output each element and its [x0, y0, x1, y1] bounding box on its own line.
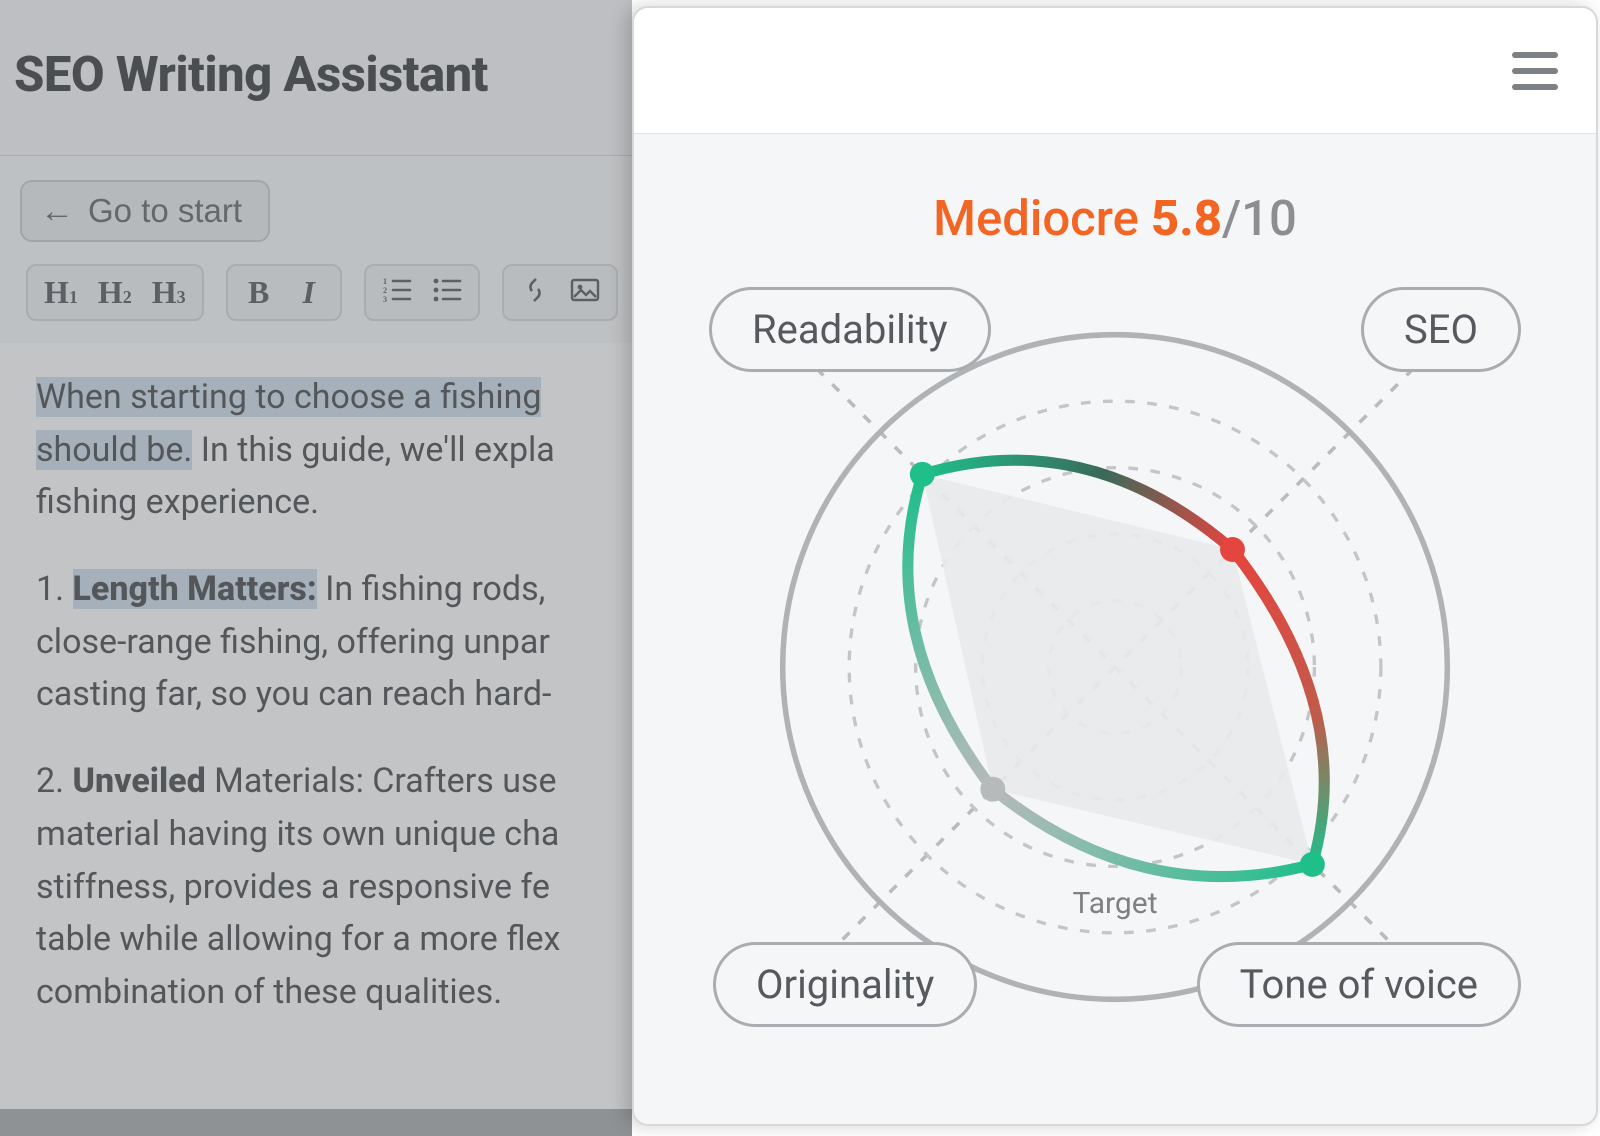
link-button[interactable] — [512, 270, 558, 315]
radar-chart: Readability SEO Originality Tone of voic… — [705, 277, 1525, 1037]
score-value: 5.8 — [1151, 190, 1222, 247]
seo-pill[interactable]: SEO — [1361, 287, 1521, 372]
target-label: Target — [1064, 886, 1165, 921]
format-toolbar: H1 H2 H3 B I 123 — [0, 242, 632, 343]
menu-icon[interactable] — [1512, 52, 1558, 90]
go-to-start-button[interactable]: ← Go to start — [20, 180, 270, 242]
paragraph-1: 1. Length Matters: In fishing rods, clos… — [36, 563, 596, 721]
italic-button[interactable]: I — [286, 270, 332, 315]
arrow-left-icon: ← — [40, 194, 74, 228]
paragraph-intro: When starting to choose a fishing should… — [36, 371, 596, 529]
image-button[interactable] — [562, 270, 608, 315]
originality-point — [980, 777, 1005, 802]
editor-panel: SEO Writing Assistant ← Go to start H1 H… — [0, 0, 632, 1136]
paragraph-2: 2. Unveiled Materials: Crafters use mate… — [36, 755, 596, 1018]
editor-header: SEO Writing Assistant — [0, 0, 632, 156]
tone-of-voice-pill[interactable]: Tone of voice — [1197, 942, 1521, 1027]
svg-text:1: 1 — [383, 277, 387, 286]
list-group: 123 — [364, 264, 480, 321]
h2-button[interactable]: H2 — [90, 270, 140, 315]
go-to-start-label: Go to start — [88, 192, 242, 230]
insert-group — [502, 264, 618, 321]
readability-point — [910, 462, 935, 487]
seo-point — [1220, 537, 1245, 562]
h1-button[interactable]: H1 — [36, 270, 86, 315]
originality-pill[interactable]: Originality — [713, 942, 977, 1027]
bold-button[interactable]: B — [236, 270, 282, 315]
editor-content[interactable]: When starting to choose a fishing should… — [0, 343, 632, 1109]
tone-point — [1300, 852, 1325, 877]
svg-text:2: 2 — [383, 286, 387, 295]
score-label: Mediocre — [933, 190, 1151, 247]
style-group: B I — [226, 264, 342, 321]
heading-group: H1 H2 H3 — [26, 264, 204, 321]
readability-pill[interactable]: Readability — [709, 287, 991, 372]
svg-text:3: 3 — [383, 295, 387, 303]
analysis-panel: Mediocre 5.8/10 — [632, 6, 1598, 1126]
unordered-list-button[interactable] — [424, 270, 470, 315]
score-max: /10 — [1222, 190, 1297, 247]
page-title: SEO Writing Assistant — [14, 46, 618, 103]
h3-button[interactable]: H3 — [144, 270, 194, 315]
overall-score: Mediocre 5.8/10 — [634, 134, 1596, 277]
analysis-header — [634, 8, 1596, 134]
ordered-list-button[interactable]: 123 — [374, 270, 420, 315]
